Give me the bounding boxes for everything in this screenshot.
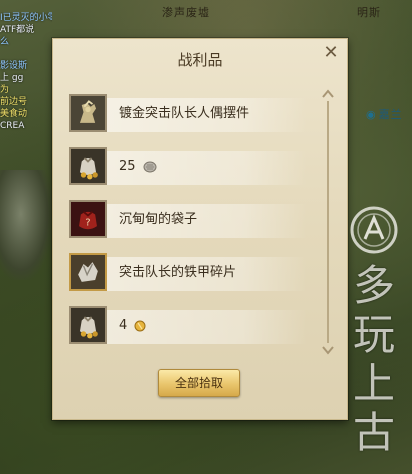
- waypoint-icon: ◉: [366, 108, 377, 121]
- map-label-waypoint-text: 嘉兰: [378, 108, 403, 121]
- watermark-text: 多 玩 上 古: [353, 261, 396, 457]
- chat-line: ATF都说: [0, 25, 35, 35]
- scroll-down-icon[interactable]: [321, 345, 335, 355]
- loot-item-label: 25: [119, 157, 157, 177]
- loot-scrollbar[interactable]: [321, 89, 335, 355]
- chat-line: CREA: [0, 121, 25, 131]
- game-scene: 渗声废墟 明斯 ◉嘉兰 I已灵灭的小零的 ATF都说 么 影设斯 上 gg 为 …: [0, 0, 412, 474]
- loot-item[interactable]: 4: [67, 301, 317, 353]
- chat-line: 上 gg: [0, 73, 24, 83]
- coin-bag-icon: [69, 306, 107, 344]
- chat-line: I已灵灭的小零的: [0, 13, 52, 23]
- collect-all-button[interactable]: 全部拾取: [158, 369, 240, 397]
- map-label-region: 明斯: [357, 6, 381, 19]
- loot-item-label: 4: [119, 316, 146, 336]
- loot-window: 战利品 ✕ 镀金突击队长人偶摆件 25 ? 沉甸甸的袋子 突击队长的铁甲碎片 4…: [52, 38, 348, 420]
- loot-window-title: 战利品: [177, 51, 223, 69]
- silver-amount: 25: [119, 159, 136, 174]
- map-label-waypoint: ◉ 嘉兰: [366, 106, 403, 122]
- loot-item-label: 突击队长的铁甲碎片: [119, 265, 237, 280]
- armor-shard-icon: [69, 253, 107, 291]
- close-icon: ✕: [323, 42, 339, 63]
- silver-coin-icon: [143, 161, 157, 172]
- chat-log: I已灵灭的小零的 ATF都说 么 影设斯 上 gg 为 前边号 美食动 CREA: [0, 12, 52, 132]
- gold-amount: 4: [119, 318, 128, 333]
- loot-item-label: 沉甸甸的袋子: [119, 212, 198, 227]
- loot-item[interactable]: 突击队长的铁甲碎片: [67, 248, 317, 300]
- gold-coin-icon: [134, 320, 146, 331]
- chat-line: 为: [0, 85, 10, 95]
- watermark: 多 玩 上 古: [345, 205, 407, 465]
- player-character: [0, 170, 52, 280]
- scroll-track[interactable]: [327, 101, 329, 343]
- game-logo-icon: [350, 206, 398, 254]
- figurine-icon: [69, 94, 107, 132]
- loot-item-label: 镀金突击队长人偶摆件: [119, 106, 250, 121]
- close-button[interactable]: ✕: [321, 43, 341, 63]
- scroll-up-icon[interactable]: [321, 89, 335, 99]
- coin-bag-icon: [69, 147, 107, 185]
- loot-list: 镀金突击队长人偶摆件 25 ? 沉甸甸的袋子 突击队长的铁甲碎片 4: [67, 89, 317, 354]
- svg-text:?: ?: [85, 217, 90, 228]
- red-pouch-icon: ?: [69, 200, 107, 238]
- chat-line: 前边号: [0, 97, 28, 107]
- chat-line: 么: [0, 37, 10, 47]
- loot-item[interactable]: 镀金突击队长人偶摆件: [67, 89, 317, 141]
- map-label-ruins: 渗声废墟: [162, 6, 210, 19]
- chat-line: 影设斯: [0, 61, 28, 71]
- chat-line: 美食动: [0, 109, 28, 119]
- loot-item[interactable]: 25: [67, 142, 317, 194]
- loot-item[interactable]: ? 沉甸甸的袋子: [67, 195, 317, 247]
